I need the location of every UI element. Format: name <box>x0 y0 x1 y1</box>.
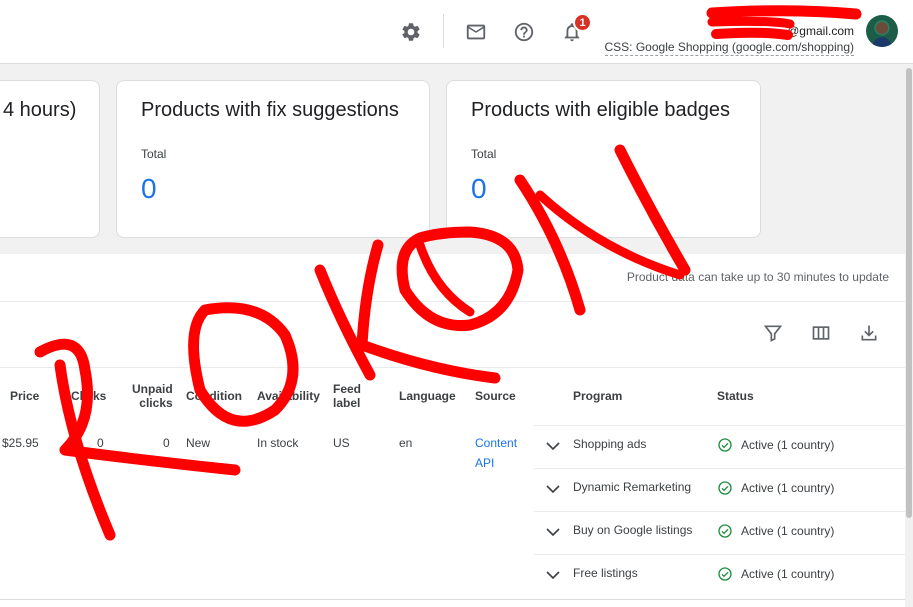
cell-price: $25.95 <box>2 436 39 450</box>
card-title: Products with fix suggestions <box>141 99 399 121</box>
card-eligible-badges[interactable]: Products with eligible badges Total 0 <box>446 80 761 238</box>
card-total-value[interactable]: 0 <box>141 173 157 205</box>
col-header-feed-line1: Feed <box>333 382 362 396</box>
cell-source-line1: Content <box>475 436 518 450</box>
cell-source-link[interactable]: Content API <box>475 433 517 473</box>
account-css-link[interactable]: CSS: Google Shopping (google.com/shoppin… <box>604 40 854 56</box>
program-status-text: Active (1 country) <box>741 481 835 495</box>
program-row[interactable]: Buy on Google listings Active (1 country… <box>534 511 905 554</box>
mail-icon[interactable] <box>460 16 492 48</box>
card-title: Products with eligible badges <box>471 99 731 121</box>
check-circle-icon <box>718 438 732 452</box>
cell-clicks: 0 <box>97 436 104 450</box>
scrollbar-thumb[interactable] <box>906 68 912 518</box>
col-header-availability[interactable]: Availability <box>257 389 320 403</box>
card-title: 4 hours) <box>3 99 77 121</box>
col-header-status[interactable]: Status <box>717 389 754 403</box>
chevron-down-icon[interactable] <box>544 566 562 584</box>
check-circle-icon <box>718 567 732 581</box>
program-status-text: Active (1 country) <box>741 567 835 581</box>
program-status-text: Active (1 country) <box>741 524 835 538</box>
check-circle-icon <box>718 481 732 495</box>
notification-count-badge: 1 <box>573 13 592 32</box>
chevron-down-icon[interactable] <box>544 480 562 498</box>
header-divider <box>0 367 905 368</box>
program-status: Active (1 country) <box>717 480 834 496</box>
check-circle-icon <box>718 524 732 538</box>
program-status: Active (1 country) <box>717 566 834 582</box>
program-status: Active (1 country) <box>717 523 834 539</box>
download-icon[interactable] <box>857 321 881 345</box>
col-header-condition[interactable]: Condition <box>186 389 242 403</box>
divider <box>0 301 905 302</box>
col-header-clicks[interactable]: Clicks <box>71 389 106 403</box>
chevron-down-icon[interactable] <box>544 437 562 455</box>
header-divider <box>443 14 444 48</box>
program-name: Dynamic Remarketing <box>573 480 692 494</box>
avatar[interactable] <box>866 15 898 47</box>
col-header-unpaid-line1: Unpaid <box>132 382 173 396</box>
program-row[interactable]: Dynamic Remarketing Active (1 country) <box>534 468 905 511</box>
col-header-feed-label[interactable]: Feed label <box>333 382 361 410</box>
filter-icon[interactable] <box>761 321 785 345</box>
program-status-text: Active (1 country) <box>741 438 835 452</box>
card-total-value[interactable]: 0 <box>471 173 487 205</box>
card-total-label: Total <box>141 147 167 161</box>
products-table-panel: Product data can take up to 30 minutes t… <box>0 254 905 607</box>
chevron-down-icon[interactable] <box>544 523 562 541</box>
card-total-label: Total <box>471 147 497 161</box>
help-icon[interactable] <box>508 16 540 48</box>
cell-availability: In stock <box>257 436 299 450</box>
account-email[interactable]: @gmail.com <box>787 24 854 38</box>
top-header: 1 @gmail.com CSS: Google Shopping (googl… <box>0 0 913 64</box>
col-header-unpaid-clicks[interactable]: Unpaid clicks <box>132 382 173 410</box>
table-bottom-divider <box>0 599 905 600</box>
col-header-unpaid-line2: clicks <box>139 396 173 410</box>
card-fix-suggestions[interactable]: Products with fix suggestions Total 0 <box>116 80 430 238</box>
col-header-price[interactable]: Price <box>10 389 39 403</box>
cell-language: en <box>399 436 413 450</box>
program-row[interactable]: Free listings Active (1 country) <box>534 554 905 599</box>
program-name: Free listings <box>573 566 638 580</box>
col-header-feed-line2: label <box>333 396 361 410</box>
program-row[interactable]: Shopping ads Active (1 country) <box>534 425 905 468</box>
cell-condition: New <box>186 436 211 450</box>
cell-unpaid-clicks: 0 <box>163 436 170 450</box>
program-name: Shopping ads <box>573 437 647 451</box>
col-header-language[interactable]: Language <box>399 389 456 403</box>
columns-icon[interactable] <box>809 321 833 345</box>
col-header-program[interactable]: Program <box>573 389 622 403</box>
program-name: Buy on Google listings <box>573 523 693 537</box>
cell-feed-label: US <box>333 436 350 450</box>
program-status: Active (1 country) <box>717 437 834 453</box>
cell-source-line2: API <box>475 456 495 470</box>
card-partial: 4 hours) <box>0 80 100 238</box>
update-note: Product data can take up to 30 minutes t… <box>626 270 889 284</box>
col-header-source[interactable]: Source <box>475 389 516 403</box>
settings-gear-icon[interactable] <box>395 16 427 48</box>
